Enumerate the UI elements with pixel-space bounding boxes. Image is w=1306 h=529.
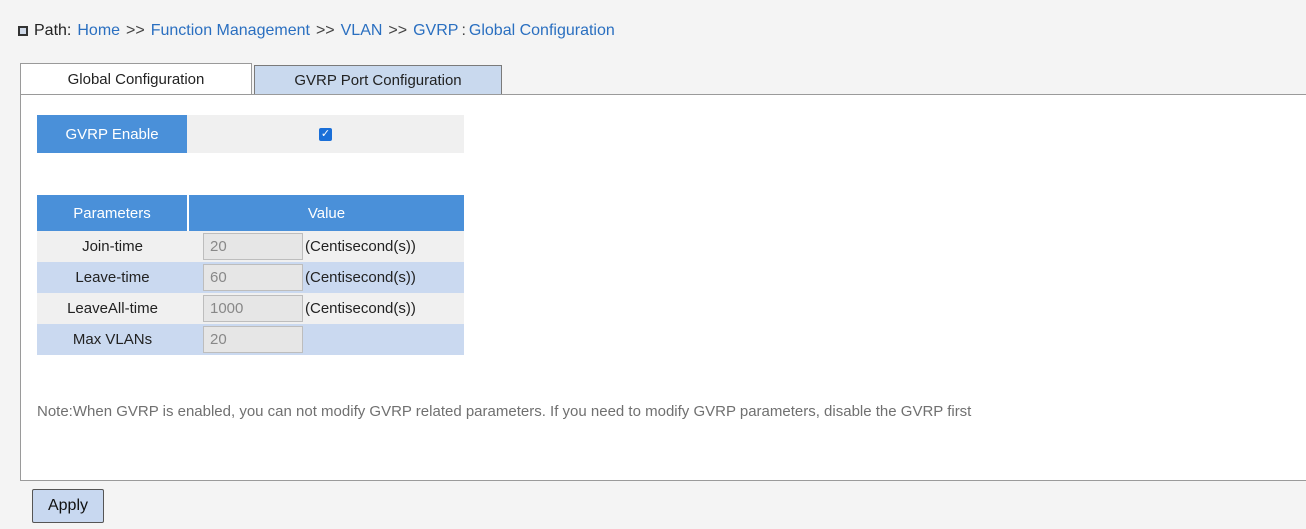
tab-gvrp-port-configuration[interactable]: GVRP Port Configuration <box>254 65 502 95</box>
square-icon <box>18 26 28 36</box>
param-name-max-vlans: Max VLANs <box>37 324 188 355</box>
breadcrumb-separator: >> <box>126 22 145 39</box>
param-name-join-time: Join-time <box>37 231 188 262</box>
config-panel: GVRP Enable ✓ Parameters Value Join-time… <box>20 94 1306 481</box>
path-label: Path: <box>34 22 72 39</box>
unit-label: (Centisecond(s)) <box>305 300 416 317</box>
column-header-value: Value <box>188 195 464 231</box>
join-time-input[interactable] <box>203 233 303 260</box>
param-name-leave-time: Leave-time <box>37 262 188 293</box>
unit-label: (Centisecond(s)) <box>305 238 416 255</box>
gvrp-enable-row: GVRP Enable ✓ <box>37 115 464 153</box>
table-row: Max VLANs <box>37 324 464 355</box>
param-name-leaveall-time: LeaveAll-time <box>37 293 188 324</box>
breadcrumb-separator: >> <box>315 22 335 39</box>
gvrp-enable-label: GVRP Enable <box>37 115 187 153</box>
leaveall-time-input[interactable] <box>203 295 303 322</box>
table-row: Join-time (Centisecond(s)) <box>37 231 464 262</box>
apply-button[interactable]: Apply <box>32 489 104 523</box>
note-text: Note:When GVRP is enabled, you can not m… <box>37 403 972 420</box>
breadcrumb-gvrp[interactable]: GVRP <box>413 22 458 40</box>
breadcrumb: Path: Home >> Function Management >> VLA… <box>18 22 615 40</box>
breadcrumb-separator: >> <box>388 22 408 39</box>
gvrp-enable-checkbox[interactable]: ✓ <box>319 127 332 141</box>
breadcrumb-global-configuration[interactable]: Global Configuration <box>469 22 615 40</box>
unit-label: (Centisecond(s)) <box>305 269 416 286</box>
column-header-parameters: Parameters <box>37 195 189 231</box>
tab-global-configuration[interactable]: Global Configuration <box>20 63 252 95</box>
leave-time-input[interactable] <box>203 264 303 291</box>
parameters-table: Parameters Value Join-time (Centisecond(… <box>37 195 464 355</box>
breadcrumb-function-management[interactable]: Function Management <box>151 22 310 40</box>
breadcrumb-separator: : <box>461 22 466 39</box>
tab-bar: Global Configuration GVRP Port Configura… <box>20 63 502 95</box>
table-row: Leave-time (Centisecond(s)) <box>37 262 464 293</box>
max-vlans-input[interactable] <box>203 326 303 353</box>
breadcrumb-vlan[interactable]: VLAN <box>341 22 383 40</box>
table-row: LeaveAll-time (Centisecond(s)) <box>37 293 464 324</box>
breadcrumb-home[interactable]: Home <box>77 22 120 40</box>
